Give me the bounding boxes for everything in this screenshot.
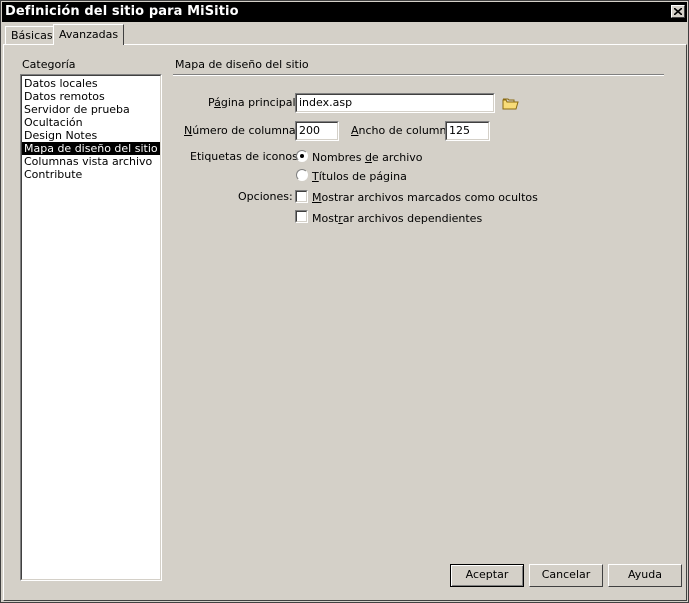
category-list[interactable]: Datos locales Datos remotos Servidor de pr… — [20, 74, 162, 581]
category-list-item[interactable]: Contribute — [22, 168, 160, 181]
category-list-item[interactable]: Mapa de diseño del sitio — [22, 142, 160, 155]
tab-label: Básicas — [11, 29, 53, 42]
folder-icon — [502, 98, 519, 110]
columns-input[interactable]: 200 — [295, 121, 339, 141]
column-width-input[interactable]: 125 — [445, 121, 490, 141]
checkbox-show-hidden-label[interactable]: Mostrar archivos marcados como ocultos — [312, 191, 538, 204]
section-title: Mapa de diseño del sitio — [175, 58, 309, 71]
column-width-label: Ancho de columna: — [351, 124, 457, 137]
tab-basicas[interactable]: Básicas — [5, 26, 59, 44]
title-bar[interactable]: Definición del sitio para MiSitio — [2, 2, 687, 22]
tab-avanzadas[interactable]: Avanzadas — [53, 24, 125, 45]
home-page-input[interactable]: index.asp — [295, 93, 495, 113]
section-divider-highlight — [173, 75, 664, 76]
category-label: Categoría — [22, 58, 76, 71]
category-list-item[interactable]: Ocultación — [22, 116, 160, 129]
close-icon — [674, 8, 682, 15]
home-page-label: Página principal: — [208, 96, 300, 109]
checkbox-show-dependent-label[interactable]: Mostrar archivos dependientes — [312, 212, 482, 225]
options-label: Opciones: — [238, 190, 293, 203]
icon-labels-label: Etiquetas de iconos: — [190, 150, 302, 163]
dialog-window: Definición del sitio para MiSitio Básica… — [0, 0, 689, 603]
window-title: Definición del sitio para MiSitio — [5, 4, 239, 19]
ok-button[interactable]: Aceptar — [450, 564, 524, 587]
category-list-item[interactable]: Servidor de prueba — [22, 103, 160, 116]
help-button[interactable]: Ayuda — [608, 564, 682, 587]
radio-file-names[interactable] — [296, 150, 308, 162]
checkbox-show-dependent[interactable] — [295, 210, 308, 223]
columns-label: Número de columnas: — [184, 124, 306, 137]
category-list-item[interactable]: Columnas vista archivo — [22, 155, 160, 168]
category-list-item[interactable]: Design Notes — [22, 129, 160, 142]
radio-file-names-label[interactable]: Nombres de archivo — [312, 151, 423, 164]
category-list-item[interactable]: Datos remotos — [22, 90, 160, 103]
category-list-item[interactable]: Datos locales — [22, 77, 160, 90]
cancel-button[interactable]: Cancelar — [529, 564, 603, 587]
radio-page-titles-label[interactable]: Títulos de página — [312, 170, 407, 183]
browse-folder-button[interactable] — [501, 95, 521, 113]
checkbox-show-hidden[interactable] — [295, 190, 308, 203]
radio-page-titles[interactable] — [296, 169, 308, 181]
tab-label: Avanzadas — [59, 28, 119, 41]
close-button[interactable] — [671, 5, 685, 18]
category-list-inner: Datos locales Datos remotos Servidor de pr… — [21, 75, 161, 580]
